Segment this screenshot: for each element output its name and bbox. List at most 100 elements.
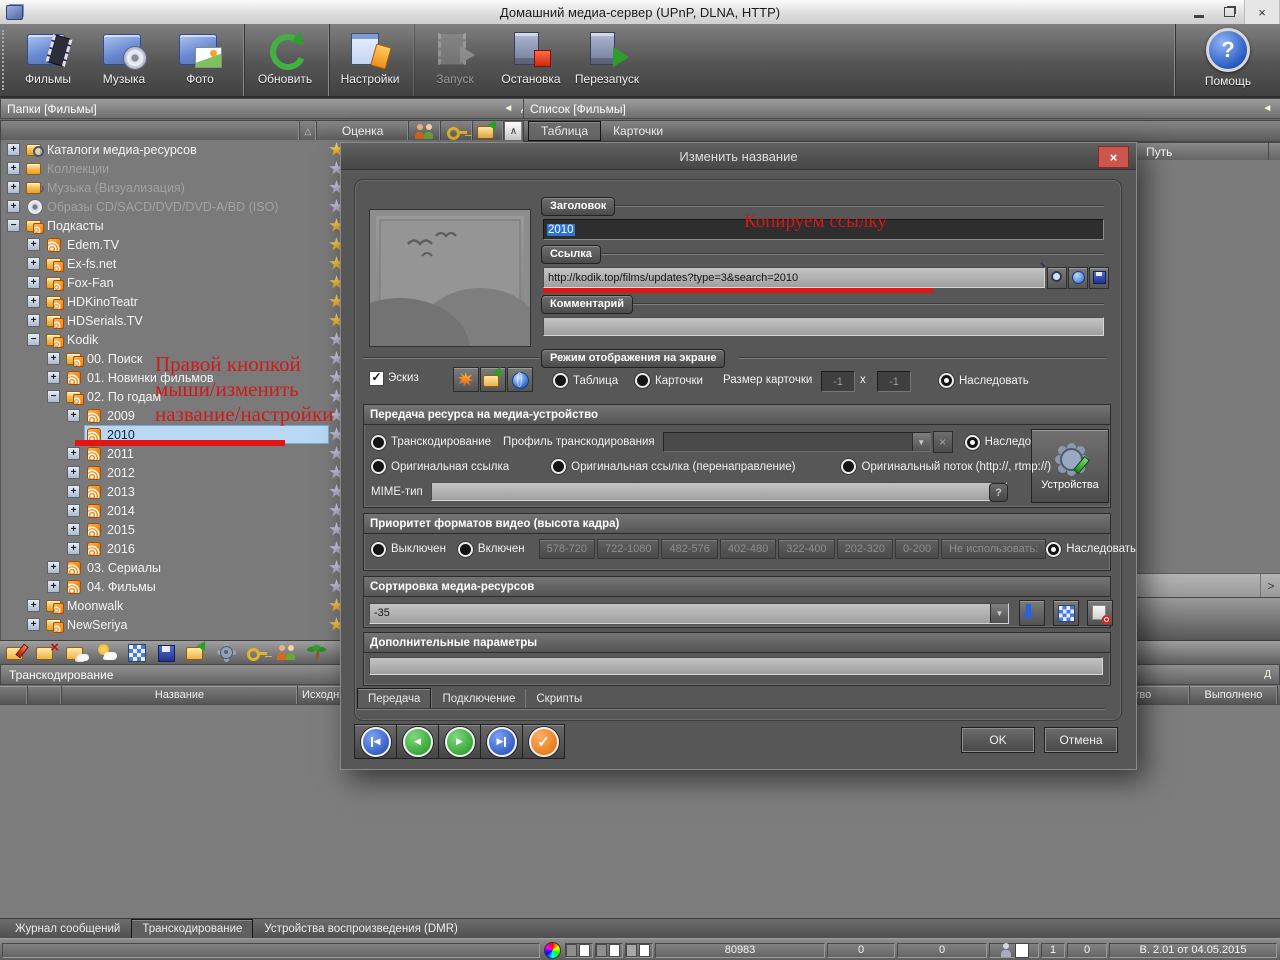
radio-priority-off[interactable]: Выключен [371, 542, 446, 557]
mime-input[interactable] [431, 482, 1007, 501]
tree-item[interactable]: Образы CD/SACD/DVD/DVD-A/BD (ISO) [1, 197, 346, 216]
tree-item[interactable]: 2012 [1, 463, 346, 482]
tree-item[interactable]: NewSeriya [1, 615, 346, 634]
pin-icon[interactable]: Д [1264, 669, 1271, 680]
dialog-close-button[interactable]: × [1098, 146, 1129, 168]
thumbnail-checkbox[interactable]: ✓ [369, 371, 384, 386]
bottom-tab[interactable]: Журнал сообщений [4, 919, 131, 939]
tree-expander-icon[interactable] [27, 333, 40, 346]
toolbar-button[interactable]: Остановка [493, 24, 569, 96]
tree-toolbar-icon[interactable] [66, 643, 87, 662]
nav-button[interactable] [480, 724, 523, 759]
link-web-button[interactable] [1068, 267, 1088, 289]
radio-cards[interactable]: Карточки [635, 373, 703, 388]
tree-expander-icon[interactable] [67, 542, 80, 555]
link-input[interactable]: http://kodik.top/films/updates?type=3&se… [543, 267, 1045, 288]
card-height-input[interactable]: -1 [877, 371, 911, 392]
thumb-folder-button[interactable] [480, 367, 506, 392]
tree-item[interactable]: Edem.TV [1, 235, 346, 254]
toolbar-button[interactable]: Фильмы [10, 24, 86, 96]
tree-expander-icon[interactable] [27, 295, 40, 308]
tree-item[interactable]: 2011 [1, 444, 346, 463]
tree-item[interactable]: HDSerials.TV [1, 311, 346, 330]
nav-button[interactable] [522, 724, 565, 759]
tree-expander-icon[interactable] [47, 371, 60, 384]
tree-expander-icon[interactable] [67, 485, 80, 498]
toolbar-button[interactable]: Фото [162, 24, 238, 96]
dock-left-icon[interactable]: ◄ [1262, 103, 1272, 114]
tree-item[interactable]: 2013 [1, 482, 346, 501]
bottom-tab[interactable]: Устройства воспроизведения (DMR) [253, 919, 468, 939]
collapse-button[interactable]: ∧ [504, 121, 523, 141]
sorting-dropdown[interactable]: -35 ▼ [369, 603, 1009, 624]
tree-toolbar-icon[interactable] [186, 643, 207, 662]
tree-item[interactable]: Коллекции [1, 159, 346, 178]
tree-expander-icon[interactable] [47, 352, 60, 365]
tree-toolbar-icon[interactable] [216, 643, 237, 662]
tree-expander-icon[interactable] [27, 238, 40, 251]
format-range-button[interactable]: 202-320 [837, 539, 893, 559]
tree-expander-icon[interactable] [7, 219, 20, 232]
tree-main-column[interactable] [1, 121, 300, 141]
tree-item[interactable]: Kodik [1, 330, 346, 349]
dialog-tab[interactable]: Передача [357, 688, 431, 710]
access-column-header[interactable] [441, 121, 473, 141]
extra-params-input[interactable] [369, 657, 1103, 675]
tree-item[interactable]: 2014 [1, 501, 346, 520]
tree-expander-icon[interactable] [27, 257, 40, 270]
tree-expander-icon[interactable] [7, 162, 20, 175]
tree-item[interactable]: Каталоги медиа-ресурсов [1, 140, 346, 159]
tree-item[interactable]: 03. Сериалы [1, 558, 346, 577]
tree-toolbar-icon[interactable] [306, 643, 327, 662]
transcoding-column-header[interactable]: Название [62, 686, 298, 704]
toolbar-button[interactable]: Запуск [414, 24, 493, 96]
tree-item[interactable]: Moonwalk [1, 596, 346, 615]
tree-item[interactable]: 2016 [1, 539, 346, 558]
bottom-tab[interactable]: Транскодирование [131, 919, 253, 939]
format-range-button[interactable]: Не использовать: [941, 539, 1046, 559]
sort-column-header[interactable] [473, 121, 505, 141]
toolbar-button[interactable]: Перезапуск [569, 24, 645, 96]
radio-transcoding[interactable]: Транскодирование [371, 435, 491, 450]
tree-expander-icon[interactable] [7, 200, 20, 213]
thumb-globe-button[interactable] [507, 367, 533, 392]
tree-item[interactable]: Подкасты [1, 216, 346, 235]
tree-expander-icon[interactable] [67, 409, 80, 422]
sort-filter-button[interactable] [1087, 600, 1113, 626]
tree-expander-icon[interactable] [67, 523, 80, 536]
tree-toolbar-icon[interactable] [156, 643, 177, 662]
card-width-input[interactable]: -1 [821, 371, 855, 392]
tree-toolbar-icon[interactable] [36, 643, 57, 662]
tree-expander-icon[interactable] [27, 314, 40, 327]
cancel-button[interactable]: Отмена [1044, 727, 1118, 753]
tree-expander-icon[interactable] [47, 561, 60, 574]
dropdown-arrow-icon[interactable]: ▼ [912, 433, 930, 451]
dialog-tab[interactable]: Подключение [431, 689, 525, 709]
tree-expander-icon[interactable] [27, 276, 40, 289]
toolbar-button[interactable]: Настройки [329, 24, 408, 96]
radio-original-stream[interactable]: Оригинальный поток (http://, rtmp://) [841, 459, 1051, 474]
format-range-button[interactable]: 722-1080 [597, 539, 660, 559]
link-save-button[interactable] [1089, 267, 1109, 289]
thumb-sun-button[interactable] [453, 367, 479, 392]
format-range-button[interactable]: 578-720 [539, 539, 595, 559]
toolbar-grip[interactable] [2, 30, 8, 90]
ok-button[interactable]: OK [961, 727, 1035, 753]
dialog-tab[interactable]: Скрипты [525, 689, 592, 709]
transcoding-column-header[interactable]: Выполнено [1190, 686, 1278, 704]
radio-display-inherit[interactable]: Наследовать [939, 373, 1029, 388]
transcoding-column-header[interactable] [28, 686, 62, 704]
toolbar-button[interactable]: Музыка [86, 24, 162, 96]
tree-expander-icon[interactable] [67, 504, 80, 517]
tree-expander-icon[interactable] [27, 599, 40, 612]
nav-button[interactable] [396, 724, 439, 759]
tree-item[interactable]: Fox-Fan [1, 273, 346, 292]
toolbar-button[interactable]: Обновить [244, 24, 323, 96]
tree-item[interactable]: 2015 [1, 520, 346, 539]
sort-grid-button[interactable] [1053, 600, 1079, 626]
tree-item[interactable]: Ex-fs.net [1, 254, 346, 273]
comment-input[interactable] [543, 317, 1104, 336]
radio-table[interactable]: Таблица [553, 373, 618, 388]
scroll-right-icon[interactable]: > [1260, 574, 1280, 598]
tree-toolbar-icon[interactable] [96, 643, 117, 662]
